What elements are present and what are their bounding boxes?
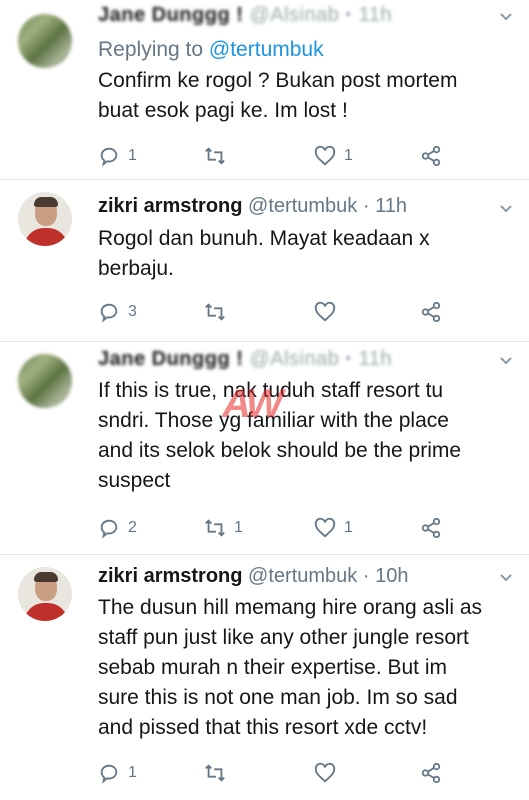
author-name[interactable]: Jane Dunggg ! (98, 348, 243, 370)
retweet-icon (205, 519, 225, 537)
timestamp[interactable]: 11h (359, 348, 392, 370)
avatar[interactable] (18, 192, 72, 246)
tweet-actions: 1 1 (98, 144, 458, 168)
share-button[interactable] (420, 300, 442, 324)
reply-button[interactable]: 3 (98, 300, 137, 324)
share-icon (421, 517, 441, 539)
tweet-actions: 1 (98, 761, 458, 785)
author-handle: @tertumbuk (248, 565, 358, 587)
retweet-button[interactable] (204, 761, 234, 785)
tweet-text: Rogol dan bunuh. Mayat keadaan x berbaju… (98, 227, 430, 280)
reply-button[interactable]: 1 (98, 761, 137, 785)
share-button[interactable] (420, 144, 442, 168)
chevron-down-icon[interactable] (499, 571, 513, 585)
tweet[interactable]: Jane Dunggg ! @Alsinab · 11h If this is … (0, 342, 529, 555)
mention-link[interactable]: @tertumbuk (209, 38, 324, 61)
avatar[interactable] (18, 567, 72, 621)
replying-to: Replying to @tertumbuk (98, 38, 324, 61)
share-button[interactable] (420, 761, 442, 785)
retweet-icon (205, 147, 225, 165)
heart-icon (314, 517, 336, 538)
reply-button[interactable]: 1 (98, 144, 137, 168)
tweet[interactable]: zikri armstrong @tertumbuk · 11h Rogol d… (0, 180, 529, 342)
like-count: 1 (344, 519, 353, 536)
reply-count: 2 (128, 519, 137, 536)
tweet-header: zikri armstrong @tertumbuk · 10h (98, 565, 409, 587)
retweet-icon (205, 764, 225, 782)
reply-count: 3 (128, 303, 137, 320)
like-button[interactable] (314, 761, 344, 785)
reply-count: 1 (128, 147, 137, 164)
tweet[interactable]: zikri armstrong @tertumbuk · 10h The dus… (0, 555, 529, 800)
heart-icon (314, 301, 336, 322)
heart-icon (314, 762, 336, 783)
timestamp[interactable]: 11h (359, 4, 392, 26)
retweet-icon (205, 303, 225, 321)
reply-button[interactable]: 2 (98, 516, 137, 540)
like-button[interactable]: 1 (314, 516, 353, 540)
tweet-text: Confirm ke rogol ? Bukan post mortem bua… (98, 69, 458, 122)
retweet-count: 1 (234, 519, 243, 536)
reply-icon (100, 303, 118, 323)
like-count: 1 (344, 147, 353, 164)
author-handle: @tertumbuk (248, 195, 358, 217)
retweet-button[interactable]: 1 (204, 516, 243, 540)
retweet-button[interactable] (204, 144, 234, 168)
share-button[interactable] (420, 516, 442, 540)
share-icon (421, 145, 441, 167)
like-button[interactable] (314, 300, 344, 324)
author-name[interactable]: zikri armstrong (98, 565, 242, 587)
reply-icon (100, 764, 118, 784)
watermark: AW (222, 382, 283, 426)
chevron-down-icon[interactable] (499, 202, 513, 216)
tweet-text: If this is true, nak tuduh staff resort … (98, 379, 462, 492)
chevron-down-icon[interactable] (499, 354, 513, 368)
chevron-down-icon[interactable] (499, 10, 513, 24)
timestamp[interactable]: 10h (375, 565, 408, 587)
tweet-text: The dusun hill memang hire orang asli as… (98, 596, 483, 739)
author-handle: @Alsinab (249, 348, 340, 370)
tweet-header: Jane Dunggg ! @Alsinab · 11h (98, 348, 393, 370)
author-handle: @Alsinab (249, 4, 340, 26)
avatar[interactable] (18, 354, 72, 408)
reply-icon (100, 147, 118, 167)
avatar[interactable] (18, 14, 72, 68)
reply-count: 1 (128, 764, 137, 781)
retweet-button[interactable] (204, 300, 234, 324)
reply-icon (100, 519, 118, 539)
share-icon (421, 301, 441, 323)
tweet-header: zikri armstrong @tertumbuk · 11h (98, 195, 407, 217)
tweet-actions: 3 (98, 300, 458, 324)
tweet-actions: 2 1 1 (98, 516, 458, 540)
author-name[interactable]: Jane Dunggg ! (98, 4, 243, 26)
timestamp[interactable]: 11h (375, 195, 407, 217)
tweet[interactable]: Jane Dunggg ! @Alsinab · 11h Replying to… (0, 0, 529, 180)
heart-icon (314, 145, 336, 166)
author-name[interactable]: zikri armstrong (98, 195, 242, 217)
like-button[interactable]: 1 (314, 144, 353, 168)
tweet-header: Jane Dunggg ! @Alsinab · 11h (98, 4, 393, 26)
share-icon (421, 762, 441, 784)
